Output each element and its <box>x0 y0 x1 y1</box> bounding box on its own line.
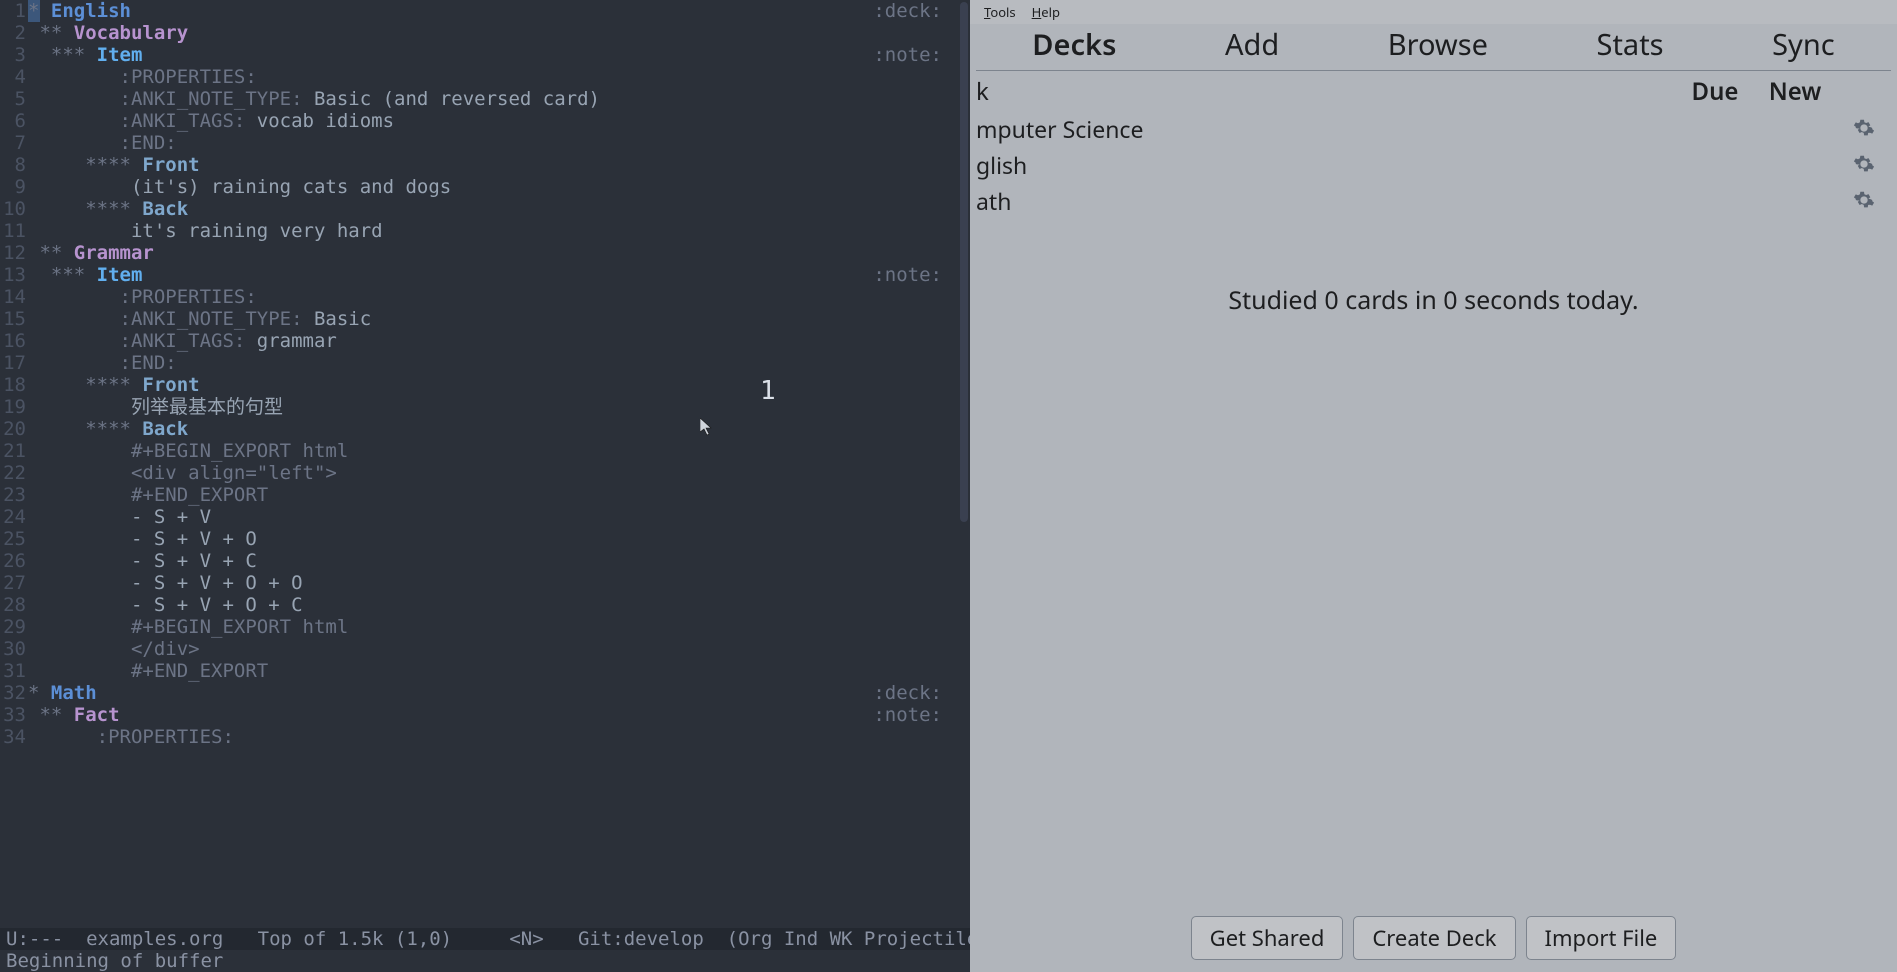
create-deck-button[interactable]: Create Deck <box>1353 916 1515 960</box>
code-line[interactable]: #+END_EXPORT <box>28 484 964 506</box>
code-line[interactable]: #+BEGIN_EXPORT html <box>28 616 964 638</box>
gear-icon[interactable] <box>1835 117 1875 141</box>
anki-tabs: Decks Add Browse Stats Sync <box>970 24 1897 70</box>
code-line[interactable]: ** Vocabulary <box>28 22 964 44</box>
deck-row: glish <box>970 147 1897 183</box>
which-key-hint: 1 <box>760 380 776 402</box>
code-line[interactable]: - S + V + O + O <box>28 572 964 594</box>
menu-help[interactable]: Help <box>1032 1 1060 23</box>
deck-row: ath <box>970 183 1897 219</box>
tab-sync[interactable]: Sync <box>1772 34 1835 56</box>
code-line[interactable]: :END: <box>28 352 964 374</box>
code-line[interactable]: :PROPERTIES: <box>28 286 964 308</box>
gear-icon[interactable] <box>1835 153 1875 177</box>
code-line[interactable]: *** Item:note: <box>28 264 964 286</box>
anki-bottom-bar: Get Shared Create Deck Import File <box>970 916 1897 960</box>
scrollbar-thumb[interactable] <box>960 2 968 522</box>
code-line[interactable]: :ANKI_TAGS: vocab idioms <box>28 110 964 132</box>
deck-name[interactable]: mputer Science <box>976 118 1675 140</box>
modeline: U:--- examples.org Top of 1.5k (1,0) <N>… <box>0 928 970 950</box>
org-tag: :note: <box>873 264 964 286</box>
anki-pane: Tools Help Decks Add Browse Stats Sync k… <box>970 0 1897 972</box>
deck-row: mputer Science <box>970 111 1897 147</box>
code-line[interactable]: * English:deck: <box>28 0 964 22</box>
code-line[interactable]: **** Back <box>28 198 964 220</box>
gear-icon[interactable] <box>1835 189 1875 213</box>
code-line[interactable]: it's raining very hard <box>28 220 964 242</box>
editor-pane[interactable]: 1234567891011121314151617181920212223242… <box>0 0 970 972</box>
org-tag: :deck: <box>873 682 964 704</box>
anki-menubar: Tools Help <box>970 0 1897 24</box>
code-line[interactable]: * Math:deck: <box>28 682 964 704</box>
code-line[interactable]: :END: <box>28 132 964 154</box>
code-line[interactable]: #+END_EXPORT <box>28 660 964 682</box>
code-line[interactable]: </div> <box>28 638 964 660</box>
menu-tools[interactable]: Tools <box>984 1 1016 23</box>
tab-add[interactable]: Add <box>1225 34 1279 56</box>
code-line[interactable]: ** Fact:note: <box>28 704 964 726</box>
deck-name[interactable]: glish <box>976 154 1675 176</box>
org-tag: :note: <box>873 704 964 726</box>
code-line[interactable]: :ANKI_NOTE_TYPE: Basic <box>28 308 964 330</box>
code-line[interactable]: :ANKI_NOTE_TYPE: Basic (and reversed car… <box>28 88 964 110</box>
code-area[interactable]: * English:deck: ** Vocabulary *** Item:n… <box>28 0 964 748</box>
study-status: Studied 0 cards in 0 seconds today. <box>970 289 1897 311</box>
code-line[interactable]: (it's) raining cats and dogs <box>28 176 964 198</box>
deck-list-header: k Due New <box>970 71 1897 111</box>
tab-stats[interactable]: Stats <box>1597 34 1664 56</box>
editor-scrollbar[interactable] <box>958 0 970 928</box>
col-due: Due <box>1675 81 1755 103</box>
code-line[interactable]: - S + V <box>28 506 964 528</box>
org-tag: :note: <box>873 44 964 66</box>
code-line[interactable]: <div align="left"> <box>28 462 964 484</box>
code-line[interactable]: - S + V + O <box>28 528 964 550</box>
code-line[interactable]: *** Item:note: <box>28 44 964 66</box>
minibuffer: Beginning of buffer <box>0 950 970 972</box>
code-line[interactable]: ** Grammar <box>28 242 964 264</box>
code-line[interactable]: :PROPERTIES: <box>28 66 964 88</box>
deck-name[interactable]: ath <box>976 190 1675 212</box>
code-line[interactable]: **** Back <box>28 418 964 440</box>
org-tag: :deck: <box>873 0 964 22</box>
import-file-button[interactable]: Import File <box>1526 916 1677 960</box>
col-new: New <box>1755 81 1835 103</box>
col-deck: k <box>976 81 1675 103</box>
code-line[interactable]: - S + V + O + C <box>28 594 964 616</box>
code-line[interactable]: :PROPERTIES: <box>28 726 964 748</box>
deck-list: mputer Science glish ath <box>970 111 1897 219</box>
tab-browse[interactable]: Browse <box>1388 34 1488 56</box>
line-gutter: 1234567891011121314151617181920212223242… <box>0 0 28 972</box>
code-line[interactable]: 列举最基本的句型 <box>28 396 964 418</box>
code-line[interactable]: **** Front <box>28 154 964 176</box>
get-shared-button[interactable]: Get Shared <box>1191 916 1344 960</box>
tab-decks[interactable]: Decks <box>1032 34 1116 56</box>
code-line[interactable]: **** Front <box>28 374 964 396</box>
code-line[interactable]: :ANKI_TAGS: grammar <box>28 330 964 352</box>
code-line[interactable]: - S + V + C <box>28 550 964 572</box>
code-line[interactable]: #+BEGIN_EXPORT html <box>28 440 964 462</box>
